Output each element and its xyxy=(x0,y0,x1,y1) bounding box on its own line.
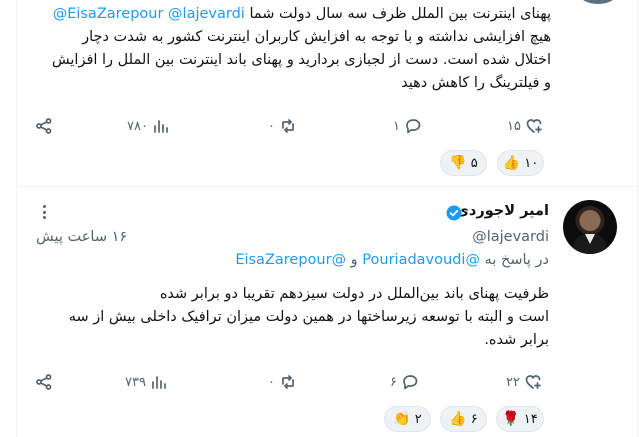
prev-tweet-line-2: هیچ افزایشی نداشته و با توجه به افزایش ک… xyxy=(82,29,551,45)
main-tweet-line-1: ظرفیت پهنای باند بین‌الملل در دولت سیزده… xyxy=(159,286,549,302)
main-reaction-rose-count: ۱۴ xyxy=(523,411,538,427)
prev-reply-count: ۱ xyxy=(393,118,400,134)
thumbs-up-icon: 👍 xyxy=(502,155,521,171)
thumbs-down-icon: 👎 xyxy=(449,155,467,171)
main-views-count: ۷۳۹ xyxy=(125,374,146,390)
main-retweet-count: ۰ xyxy=(268,374,275,390)
prev-tweet-line-4: و فیلترینگ را کاهش دهید xyxy=(401,75,551,91)
reply-prefix: در پاسخ به xyxy=(484,252,549,268)
main-reply-button[interactable]: ۶ xyxy=(390,373,419,391)
prev-views-button[interactable]: ۷۸۰ xyxy=(127,117,170,135)
share-icon xyxy=(36,118,52,134)
thumbs-up-icon: 👍 xyxy=(449,411,467,427)
reply-icon xyxy=(403,375,418,390)
main-like-button[interactable]: ۲۲ xyxy=(506,373,542,391)
tweet-timestamp[interactable]: ۱۶ ساعت پیش xyxy=(36,226,156,250)
reply-to-line: در پاسخ به @Pouriadavoudi و @EisaZarepou… xyxy=(109,249,549,273)
prev-reaction-thumbs-down[interactable]: 👎 ۵ xyxy=(440,150,487,176)
main-reaction-clap[interactable]: 👏 ۲ xyxy=(384,406,431,432)
main-share-button[interactable] xyxy=(35,373,53,391)
like-icon xyxy=(526,119,542,133)
rose-icon: 🌹 xyxy=(502,411,520,427)
views-icon xyxy=(154,120,168,133)
main-tweet-line-3: برابر شده. xyxy=(484,332,549,348)
tweet-divider xyxy=(16,186,638,187)
author-name[interactable]: امیر لاجوردی xyxy=(456,203,549,219)
main-reply-count: ۶ xyxy=(390,374,397,390)
main-tweet-line-2: است و البته با توسعه زیرساختها در همین د… xyxy=(68,309,549,325)
prev-views-count: ۷۸۰ xyxy=(127,118,148,134)
prev-reply-button[interactable]: ۱ xyxy=(393,117,422,135)
prev-retweet-count: ۰ xyxy=(268,118,275,134)
main-reaction-rose[interactable]: 🌹 ۱۴ xyxy=(496,406,544,432)
prev-like-button[interactable]: ۱۵ xyxy=(507,117,543,135)
reply-mention-pouria[interactable]: @Pouriadavoudi xyxy=(362,252,480,268)
main-reaction-clap-count: ۲ xyxy=(414,411,422,427)
prev-tweet-line-3: اختلال شده است. دست از لجبازی بردارید و … xyxy=(51,52,551,68)
prev-line1-text: پهنای اینترنت بین الملل ظرف سه سال دولت … xyxy=(249,6,551,22)
prev-mention-lajevardi[interactable]: @lajevardi xyxy=(168,6,245,22)
main-reaction-thumbs-up[interactable]: 👍 ۶ xyxy=(440,406,487,432)
more-icon-dot xyxy=(42,216,46,219)
more-icon-dot xyxy=(42,205,46,208)
main-reaction-thumbs-up-count: ۶ xyxy=(470,411,478,427)
main-retweet-button[interactable]: ۰ xyxy=(268,373,297,391)
clap-icon: 👏 xyxy=(393,411,411,427)
more-options-button[interactable] xyxy=(36,203,52,221)
reply-icon xyxy=(406,119,421,134)
prev-share-button[interactable] xyxy=(35,117,53,135)
prev-tweet-line-1: @EisaZarepour @lajevardi پهنای اینترنت ب… xyxy=(31,3,551,27)
prev-mention-eisa[interactable]: @EisaZarepour xyxy=(53,6,164,22)
author-handle[interactable]: @lajevardi xyxy=(349,226,549,250)
prev-reaction-thumbs-up[interactable]: 👍 ۱۰ xyxy=(497,150,544,176)
reply-mention-eisa[interactable]: @EisaZarepour xyxy=(235,252,346,268)
views-icon xyxy=(152,376,166,389)
author-avatar[interactable] xyxy=(563,200,617,254)
prev-reaction-thumbs-down-count: ۵ xyxy=(470,155,478,171)
like-icon xyxy=(525,375,541,389)
retweet-icon xyxy=(282,375,294,389)
prev-like-count: ۱۵ xyxy=(507,118,521,134)
verified-icon xyxy=(446,205,462,221)
prev-retweet-button[interactable]: ۰ xyxy=(268,117,297,135)
share-icon xyxy=(36,374,52,390)
retweet-icon xyxy=(282,119,294,133)
main-like-count: ۲۲ xyxy=(506,374,520,390)
main-views-button[interactable]: ۷۳۹ xyxy=(125,373,168,391)
reply-and: و xyxy=(350,252,358,268)
more-icon-dot xyxy=(42,210,46,214)
prev-reaction-thumbs-up-count: ۱۰ xyxy=(524,155,539,171)
